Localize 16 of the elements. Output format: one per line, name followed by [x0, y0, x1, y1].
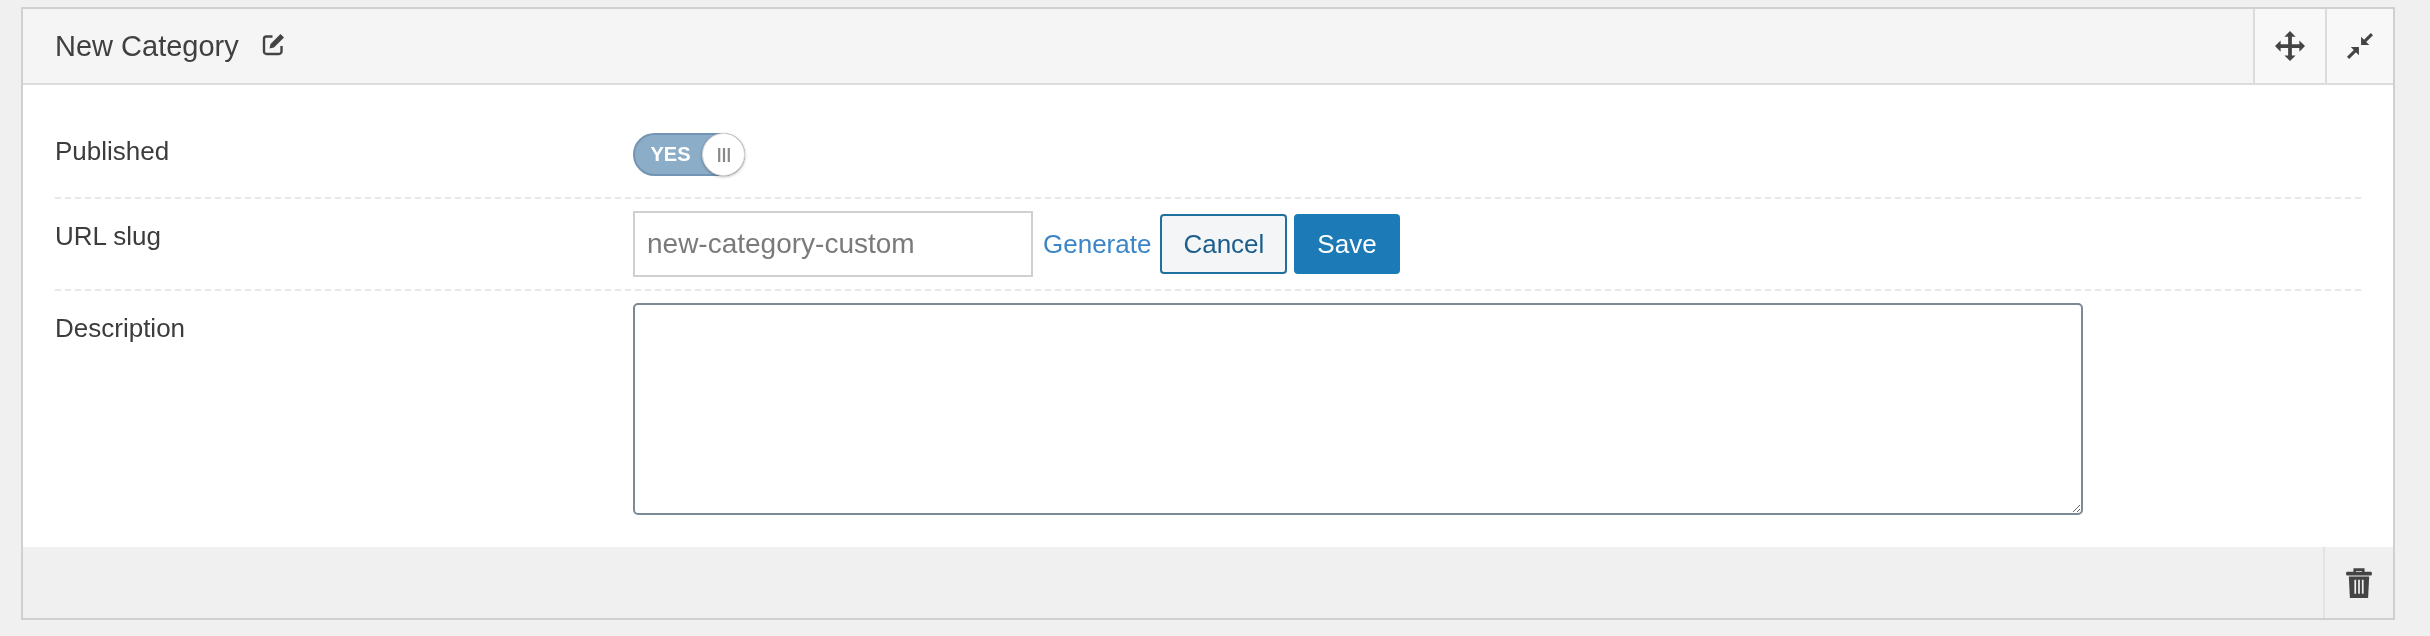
trash-icon	[2346, 567, 2372, 598]
slug-input[interactable]: new-category-custom	[633, 211, 1033, 277]
generate-link[interactable]: Generate	[1043, 228, 1152, 260]
field-label: Published	[55, 135, 171, 167]
panel-title: New Category	[55, 29, 239, 63]
edit-icon[interactable]	[260, 32, 286, 56]
description-field[interactable]	[633, 303, 2083, 515]
save-button[interactable]: Save	[1294, 214, 1400, 274]
toggle-switch[interactable]: YES	[633, 133, 745, 176]
cancel-button[interactable]: Cancel	[1160, 214, 1288, 274]
grip-icon	[717, 147, 730, 162]
toggle-knob[interactable]	[702, 133, 745, 176]
field-label: URL slug	[55, 220, 162, 252]
field-label: Description	[55, 312, 187, 344]
move-icon	[2275, 31, 2305, 61]
collapse-icon	[2347, 33, 2373, 59]
